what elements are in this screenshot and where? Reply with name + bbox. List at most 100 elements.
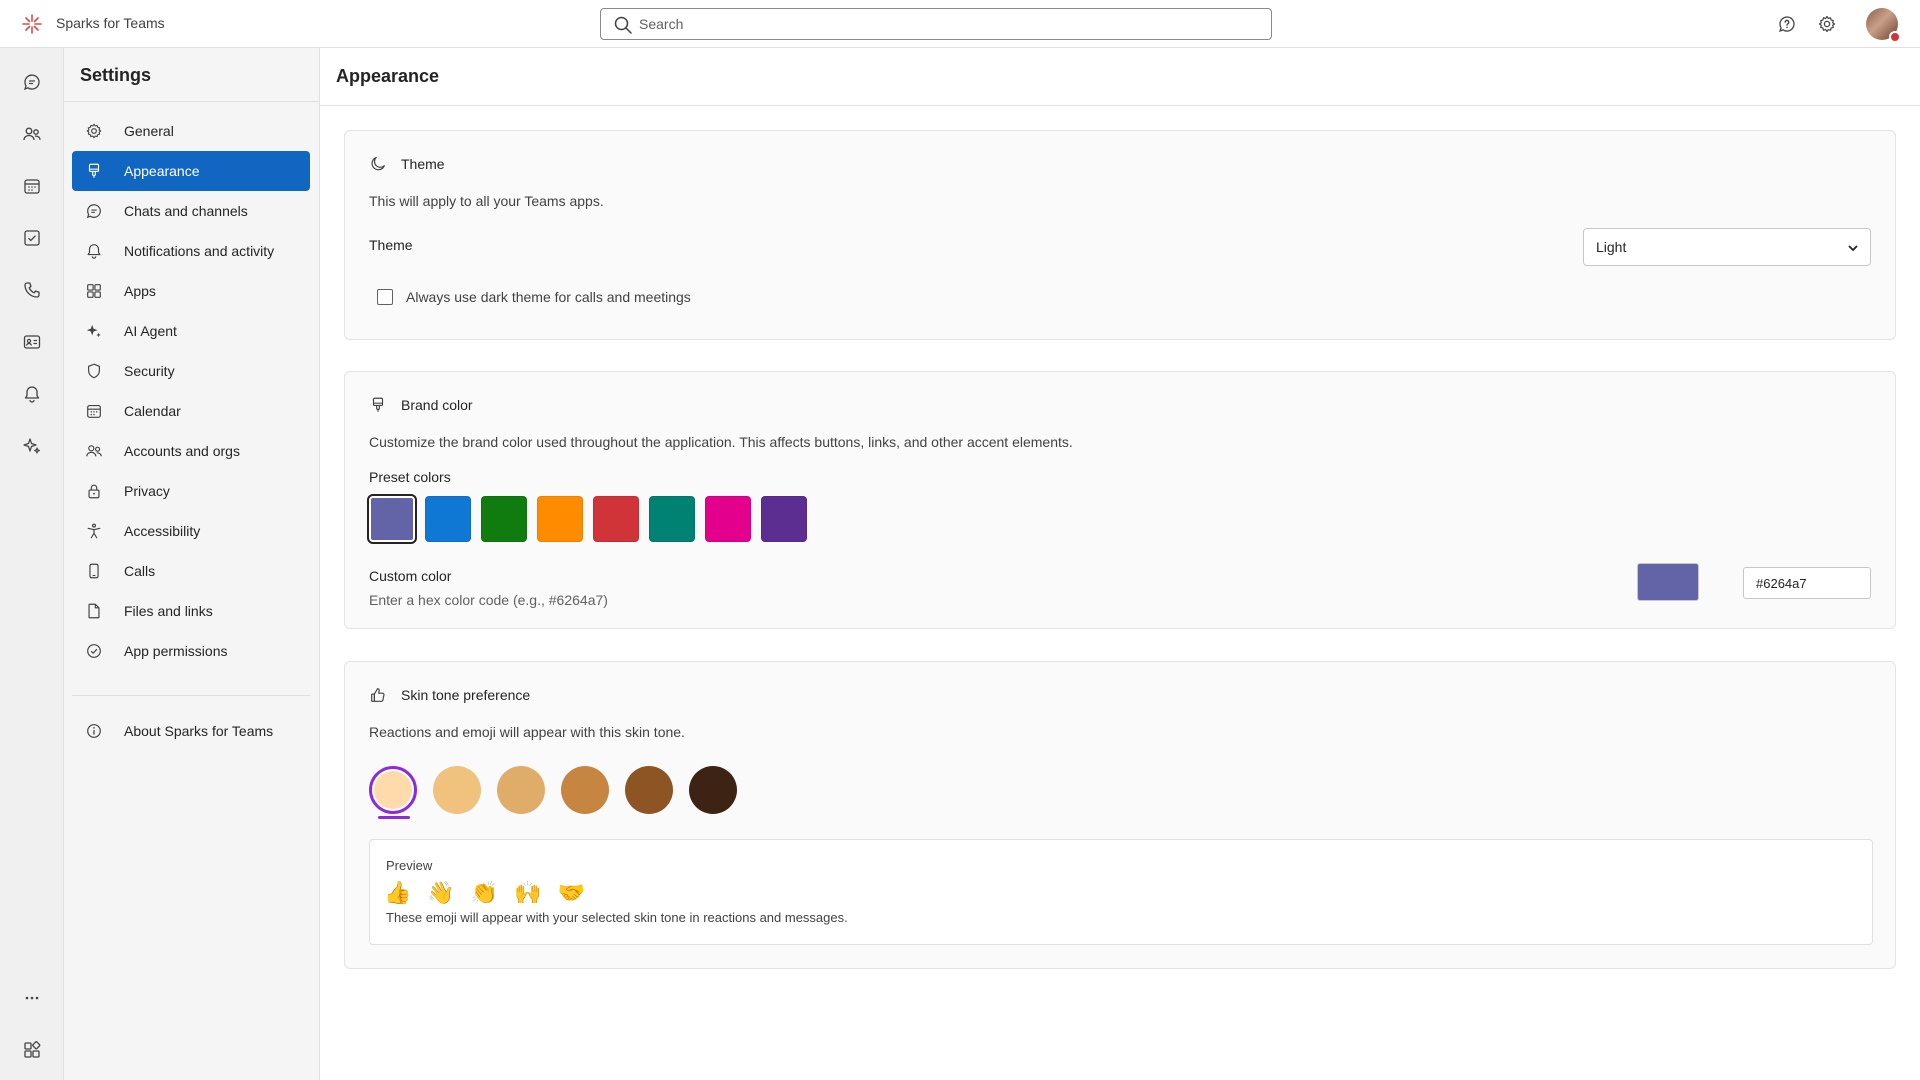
sidebar-item-label: About Sparks for Teams <box>124 723 274 739</box>
theme-label: Theme <box>369 237 413 253</box>
rail-teams-button[interactable] <box>20 122 44 146</box>
sidebar-item-accessibility[interactable]: Accessibility <box>72 511 310 551</box>
skin-tone-option[interactable] <box>433 766 481 814</box>
sidebar-item-about[interactable]: About Sparks for Teams <box>72 711 310 751</box>
chat-icon <box>23 74 40 91</box>
sidebar-item-calendar[interactable]: Calendar <box>72 391 310 431</box>
theme-card: Theme This will apply to all your Teams … <box>344 130 1896 340</box>
theme-select[interactable]: Light <box>1583 228 1871 266</box>
preview-emoji: 👋 <box>427 880 455 905</box>
sparkle-icon <box>86 324 101 338</box>
rail-activity-button[interactable] <box>20 382 44 406</box>
skin-tone-option[interactable] <box>497 766 545 814</box>
preset-color-swatch[interactable] <box>481 496 527 542</box>
help-button[interactable] <box>1775 12 1799 36</box>
sparks-logo-icon[interactable] <box>21 13 43 35</box>
app-title: Sparks for Teams <box>56 15 165 31</box>
preset-color-swatch[interactable] <box>593 496 639 542</box>
skin-tone-option[interactable] <box>369 766 417 819</box>
sidebar-item-files-and-links[interactable]: Files and links <box>72 591 310 631</box>
emoji-preview-box: Preview 👍 👋 👏 🙌 🤝 These emoji will appear wi… <box>369 839 1873 945</box>
preset-color-swatch[interactable] <box>705 496 751 542</box>
sidebar-item-ai-agent[interactable]: AI Agent <box>72 311 310 351</box>
phone-icon <box>24 282 40 298</box>
app-rail <box>0 48 64 1080</box>
rail-chat-button[interactable] <box>20 70 44 94</box>
file-icon <box>88 603 100 619</box>
calendar-icon <box>24 179 40 194</box>
section-title: Theme <box>401 156 445 172</box>
divider <box>72 695 310 696</box>
preset-color-swatches <box>367 494 817 544</box>
hex-color-input[interactable] <box>1743 567 1871 599</box>
sidebar-item-security[interactable]: Security <box>72 351 310 391</box>
help-icon <box>1778 16 1795 33</box>
moon-icon <box>371 156 385 171</box>
avatar[interactable] <box>1866 8 1901 43</box>
sidebar-title: Settings <box>80 65 152 85</box>
main-header: Appearance <box>320 48 1920 106</box>
skin-tone-option[interactable] <box>625 766 673 814</box>
rail-apps-button[interactable] <box>20 1038 44 1062</box>
skin-tone-option[interactable] <box>561 766 609 814</box>
preview-emoji: 👍 <box>384 880 412 905</box>
thumbs-up-icon <box>371 688 385 702</box>
gear-icon <box>86 123 102 139</box>
shield-icon <box>88 363 100 379</box>
rail-calendar-button[interactable] <box>20 174 44 198</box>
sidebar-item-apps[interactable]: Apps <box>72 271 310 311</box>
rail-ai-button[interactable] <box>20 434 44 458</box>
custom-color-preview[interactable] <box>1637 563 1699 601</box>
rail-more-button[interactable] <box>20 986 44 1010</box>
skin-tone-card: Skin tone preference Reactions and emoji… <box>344 661 1896 969</box>
sidebar-item-accounts-and-orgs[interactable]: Accounts and orgs <box>72 431 310 471</box>
section-title: Skin tone preference <box>401 687 531 703</box>
sidebar-item-label: Accessibility <box>124 523 201 539</box>
mobile-phone-icon <box>89 563 99 579</box>
theme-select-value: Light <box>1596 239 1627 255</box>
search-icon <box>614 16 632 34</box>
dark-calls-checkbox[interactable] <box>377 289 393 305</box>
section-title: Brand color <box>401 397 473 413</box>
contact-card-icon <box>23 335 41 349</box>
rail-tasks-button[interactable] <box>20 226 44 250</box>
sidebar-item-label: Files and links <box>124 603 213 619</box>
sparkle-icon <box>23 438 41 454</box>
sidebar-item-label: Calendar <box>124 403 181 419</box>
preview-label: Preview <box>386 858 433 873</box>
sidebar-item-privacy[interactable]: Privacy <box>72 471 310 511</box>
info-icon <box>87 724 101 738</box>
dark-calls-label: Always use dark theme for calls and meet… <box>406 289 691 305</box>
section-description: This will apply to all your Teams apps. <box>369 193 604 209</box>
preview-emoji: 👏 <box>470 880 499 905</box>
preset-color-swatch[interactable] <box>425 496 471 542</box>
lock-icon <box>88 484 100 499</box>
rail-calls-button[interactable] <box>20 278 44 302</box>
preset-color-swatch[interactable] <box>367 494 417 544</box>
search-input[interactable] <box>639 10 1239 38</box>
custom-color-hint: Enter a hex color code (e.g., #6264a7) <box>369 592 608 608</box>
bell-icon <box>87 244 101 259</box>
sidebar-item-notifications[interactable]: Notifications and activity <box>72 231 310 271</box>
search-box[interactable] <box>600 8 1272 40</box>
sidebar-item-label: AI Agent <box>124 323 177 339</box>
preset-color-swatch[interactable] <box>649 496 695 542</box>
sidebar-item-app-permissions[interactable]: App permissions <box>72 631 310 671</box>
apps-icon <box>87 284 101 298</box>
check-circle-icon <box>87 644 101 658</box>
section-description: Customize the brand color used throughou… <box>369 434 1073 450</box>
preset-color-swatch[interactable] <box>761 496 807 542</box>
sidebar-item-label: Accounts and orgs <box>124 443 240 459</box>
dark-calls-option[interactable]: Always use dark theme for calls and meet… <box>377 289 691 305</box>
skin-tone-option[interactable] <box>689 766 737 814</box>
gear-icon <box>1818 15 1836 33</box>
settings-button[interactable] <box>1815 12 1839 36</box>
sidebar-item-general[interactable]: General <box>72 111 310 151</box>
apps-icon <box>24 1041 41 1058</box>
sidebar-item-appearance[interactable]: Appearance <box>72 151 310 191</box>
sidebar-item-chats-and-channels[interactable]: Chats and channels <box>72 191 310 231</box>
preset-color-swatch[interactable] <box>537 496 583 542</box>
settings-sidebar: Settings General Appearance Chats and ch… <box>64 48 320 1080</box>
rail-contacts-button[interactable] <box>20 330 44 354</box>
sidebar-item-calls[interactable]: Calls <box>72 551 310 591</box>
